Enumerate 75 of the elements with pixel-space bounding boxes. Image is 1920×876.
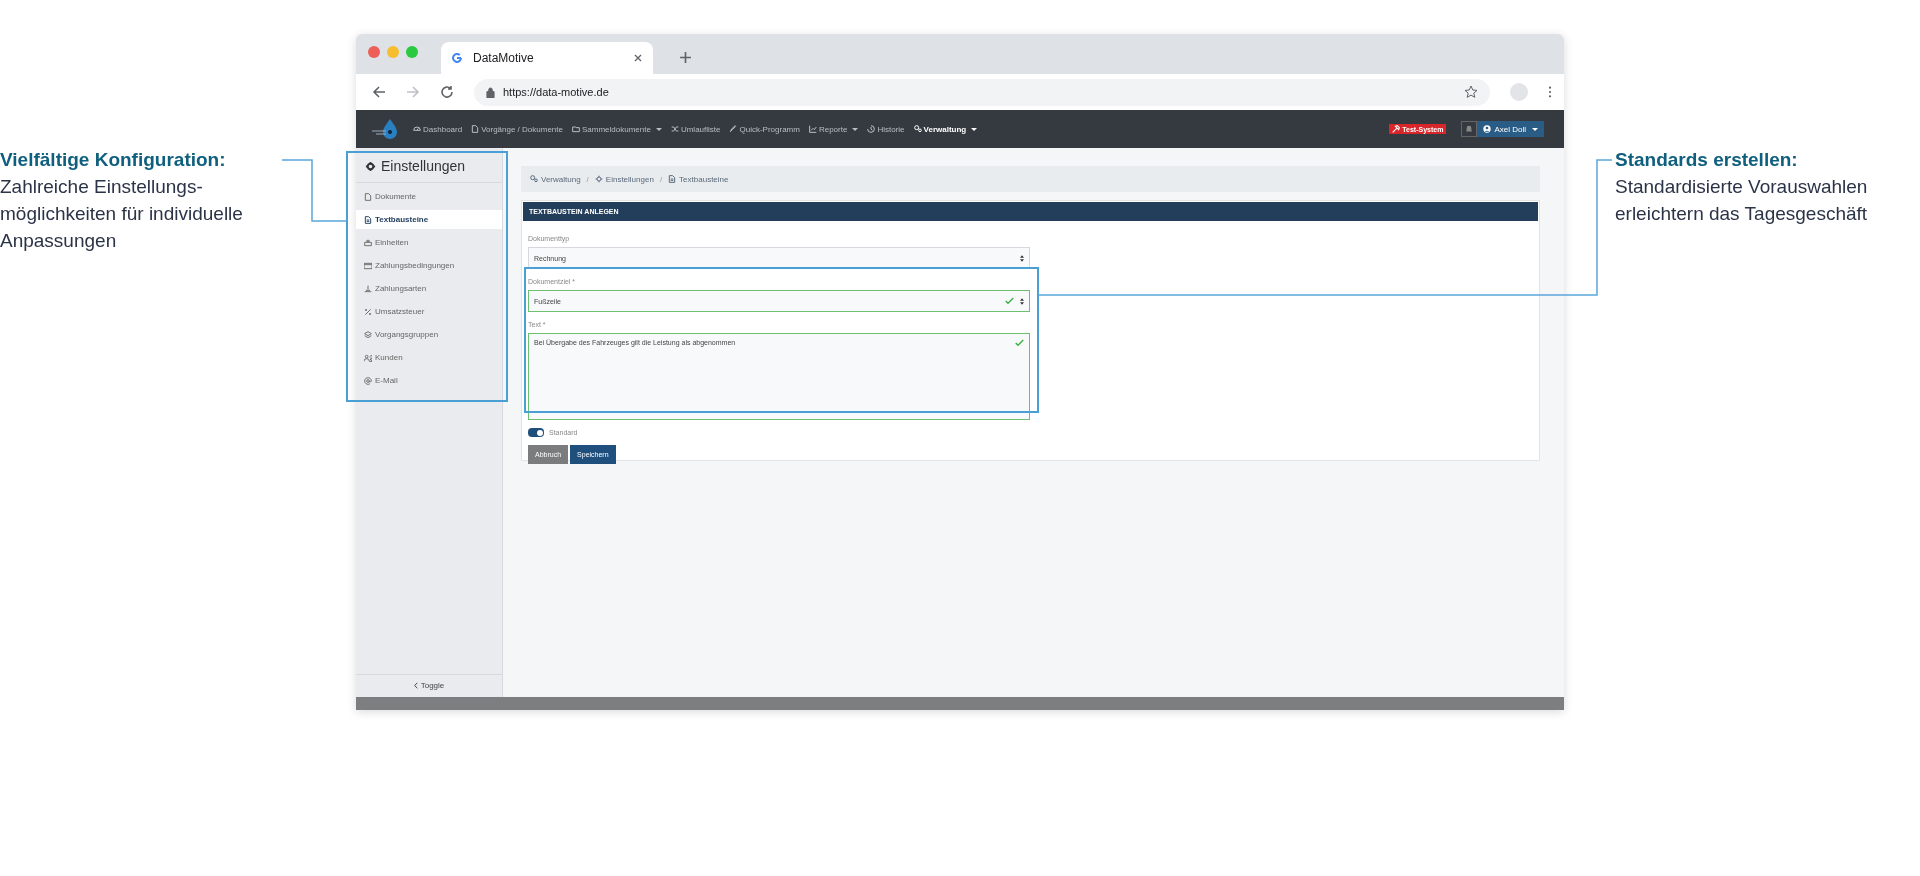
sidebar-item[interactable]: Zahlungsarten bbox=[356, 279, 502, 298]
card-icon bbox=[364, 261, 372, 270]
back-icon[interactable] bbox=[372, 85, 386, 99]
close-icon[interactable] bbox=[633, 53, 643, 63]
url-text: https://data-motive.de bbox=[503, 86, 610, 98]
sidebar-item[interactable]: Einheiten bbox=[356, 233, 502, 252]
sort-icon bbox=[1020, 297, 1024, 305]
gauge-icon bbox=[413, 125, 421, 133]
breadcrumb-separator: / bbox=[659, 174, 663, 184]
document-icon bbox=[471, 125, 480, 133]
reload-icon[interactable] bbox=[440, 85, 454, 99]
tab-title: DataMotive bbox=[473, 51, 535, 65]
callout-title: Standards erstellen: bbox=[1615, 148, 1799, 172]
document-icon bbox=[364, 192, 372, 201]
nav-menu-item[interactable]: Sammeldokumente bbox=[572, 124, 662, 134]
sidebar-item[interactable]: Umsatzsteuer bbox=[356, 302, 502, 321]
bell-icon bbox=[1465, 125, 1474, 133]
breadcrumb-link[interactable]: Einstellungen bbox=[594, 174, 654, 184]
document-icon bbox=[364, 215, 372, 224]
user-menu-button[interactable]: Axel Doll bbox=[1477, 121, 1544, 137]
g-logo-icon bbox=[451, 52, 463, 64]
nav-menu-item[interactable]: Historie bbox=[867, 124, 905, 134]
nav-menu-item[interactable]: Verwaltung bbox=[913, 124, 978, 134]
sort-icon bbox=[1020, 254, 1024, 262]
callout-text: Standardisierte Vorauswahlen bbox=[1615, 175, 1868, 199]
browser-tab[interactable]: DataMotive bbox=[441, 42, 653, 74]
sidebar-item[interactable]: Zahlungsbedingungen bbox=[356, 256, 502, 275]
users-icon bbox=[364, 353, 372, 362]
at-icon bbox=[364, 376, 372, 385]
nav-menu-item[interactable]: Umlaufliste bbox=[670, 124, 721, 134]
toggle-switch[interactable] bbox=[528, 428, 544, 437]
gears-icon bbox=[913, 125, 922, 133]
history-icon bbox=[867, 125, 876, 133]
leader-line bbox=[281, 159, 347, 222]
percent-icon bbox=[364, 307, 372, 316]
callout-text: Zahlreiche Einstellungs- bbox=[0, 175, 204, 199]
sidebar-item[interactable]: Vorgangsgruppen bbox=[356, 325, 502, 344]
nav-menu-item[interactable]: Reporte bbox=[808, 124, 859, 134]
address-bar[interactable]: https://data-motive.de bbox=[474, 78, 1490, 106]
menu-icon[interactable] bbox=[1548, 86, 1552, 98]
shuffle-icon bbox=[670, 125, 679, 133]
breadcrumb-link[interactable]: Textbausteine bbox=[668, 174, 729, 184]
callout-title: Vielfältige Konfiguration: bbox=[0, 148, 227, 172]
breadcrumb-separator: / bbox=[586, 174, 589, 184]
star-icon[interactable] bbox=[1464, 85, 1478, 99]
close-window-button[interactable] bbox=[368, 46, 380, 58]
hammer-icon bbox=[1392, 125, 1401, 133]
nav-menu-item[interactable]: Quick-Programm bbox=[729, 124, 800, 134]
drop-logo-icon[interactable] bbox=[370, 117, 400, 141]
gear-icon bbox=[365, 160, 376, 172]
notification-button[interactable] bbox=[1461, 121, 1478, 137]
sidebar-item[interactable]: Kunden bbox=[356, 348, 502, 367]
document-icon bbox=[668, 175, 677, 183]
chevron-left-icon bbox=[413, 682, 418, 689]
check-icon bbox=[1015, 339, 1024, 347]
folder-icon bbox=[572, 125, 580, 133]
callout-text: Anpassungen bbox=[0, 229, 118, 253]
callout-text: möglichkeiten für individuelle bbox=[0, 202, 243, 226]
new-tab-icon[interactable] bbox=[679, 51, 692, 64]
callout-text: erleichtern das Tagesgeschäft bbox=[1615, 202, 1868, 226]
sidebar-item[interactable]: Textbausteine bbox=[356, 210, 502, 229]
user-icon bbox=[1483, 125, 1492, 133]
sidebar-item[interactable]: Dokumente bbox=[356, 187, 502, 206]
lock-icon bbox=[486, 86, 495, 98]
layers-icon bbox=[364, 330, 372, 339]
nav-menu-item[interactable]: Vorgänge / Dokumente bbox=[471, 124, 563, 134]
scale-icon bbox=[364, 238, 372, 247]
chart-icon bbox=[808, 125, 817, 133]
gear-icon bbox=[594, 175, 603, 183]
breadcrumb-link[interactable]: Verwaltung bbox=[530, 174, 581, 184]
gears-icon bbox=[530, 175, 538, 183]
check-icon bbox=[1005, 297, 1014, 305]
sidebar-item[interactable]: E-Mail bbox=[356, 371, 502, 390]
sidebar-title: Einstellungen bbox=[356, 148, 502, 183]
nav-menu-item[interactable]: Dashboard bbox=[413, 124, 463, 134]
